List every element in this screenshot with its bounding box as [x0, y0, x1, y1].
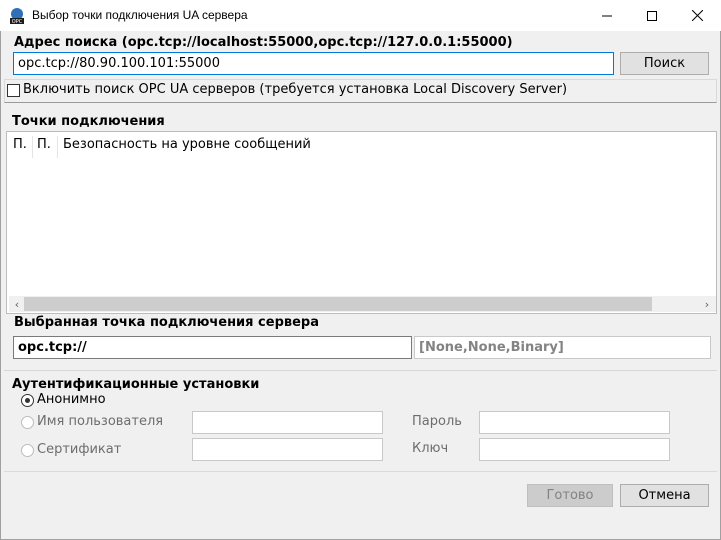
- footer-separator: [4, 471, 717, 472]
- minimize-button[interactable]: [584, 0, 630, 31]
- password-input[interactable]: [479, 411, 670, 434]
- search-url-input[interactable]: opc.tcp://80.90.100.101:55000: [13, 52, 614, 75]
- radio-anonymous[interactable]: [21, 394, 34, 407]
- radio-certificate[interactable]: [21, 444, 34, 457]
- close-button[interactable]: [674, 0, 720, 31]
- maximize-button[interactable]: [629, 0, 675, 31]
- scroll-right-icon[interactable]: ›: [700, 296, 714, 312]
- search-button[interactable]: Поиск: [620, 52, 709, 75]
- key-label: Ключ: [412, 441, 449, 456]
- password-label: Пароль: [412, 414, 462, 429]
- column-header-1[interactable]: П.: [13, 137, 27, 155]
- window-title: Выбор точки подключения UA сервера: [32, 8, 248, 22]
- svg-text:OPC: OPC: [12, 19, 23, 25]
- certificate-label[interactable]: Сертификат: [37, 442, 121, 457]
- auth-group-label: Аутентификационные установки: [12, 377, 260, 392]
- cancel-button[interactable]: Отмена: [620, 484, 709, 507]
- scroll-left-icon[interactable]: ‹: [10, 296, 24, 312]
- done-button[interactable]: Готово: [527, 484, 613, 507]
- certificate-input[interactable]: [192, 438, 383, 461]
- username-input[interactable]: [192, 411, 383, 434]
- selected-security-field: [None,None,Binary]: [414, 336, 711, 359]
- column-divider[interactable]: [57, 136, 58, 158]
- column-divider[interactable]: [32, 136, 33, 158]
- auth-separator: [4, 370, 717, 371]
- search-group-label: Адрес поиска (opc.tcp://localhost:55000,…: [14, 35, 513, 50]
- column-header-2[interactable]: П.: [37, 137, 51, 155]
- column-header-security[interactable]: Безопасность на уровне сообщений: [63, 137, 311, 155]
- radio-username[interactable]: [21, 416, 34, 429]
- username-label[interactable]: Имя пользователя: [37, 414, 163, 429]
- discovery-checkbox-label[interactable]: Включить поиск OPC UA серверов (требуетс…: [23, 82, 567, 97]
- endpoints-group-label: Точки подключения: [12, 114, 165, 129]
- selected-group-label: Выбранная точка подключения сервера: [14, 315, 319, 330]
- opc-app-icon: OPC: [8, 7, 26, 25]
- selected-url-input[interactable]: opc.tcp://: [13, 336, 412, 359]
- anonymous-label[interactable]: Анонимно: [37, 392, 106, 407]
- key-input[interactable]: [479, 438, 670, 461]
- title-bar: OPC Выбор точки подключения UA сервера: [0, 0, 721, 31]
- endpoints-list[interactable]: [6, 131, 717, 314]
- scrollbar-thumb[interactable]: [24, 297, 652, 311]
- discovery-checkbox[interactable]: [7, 84, 20, 97]
